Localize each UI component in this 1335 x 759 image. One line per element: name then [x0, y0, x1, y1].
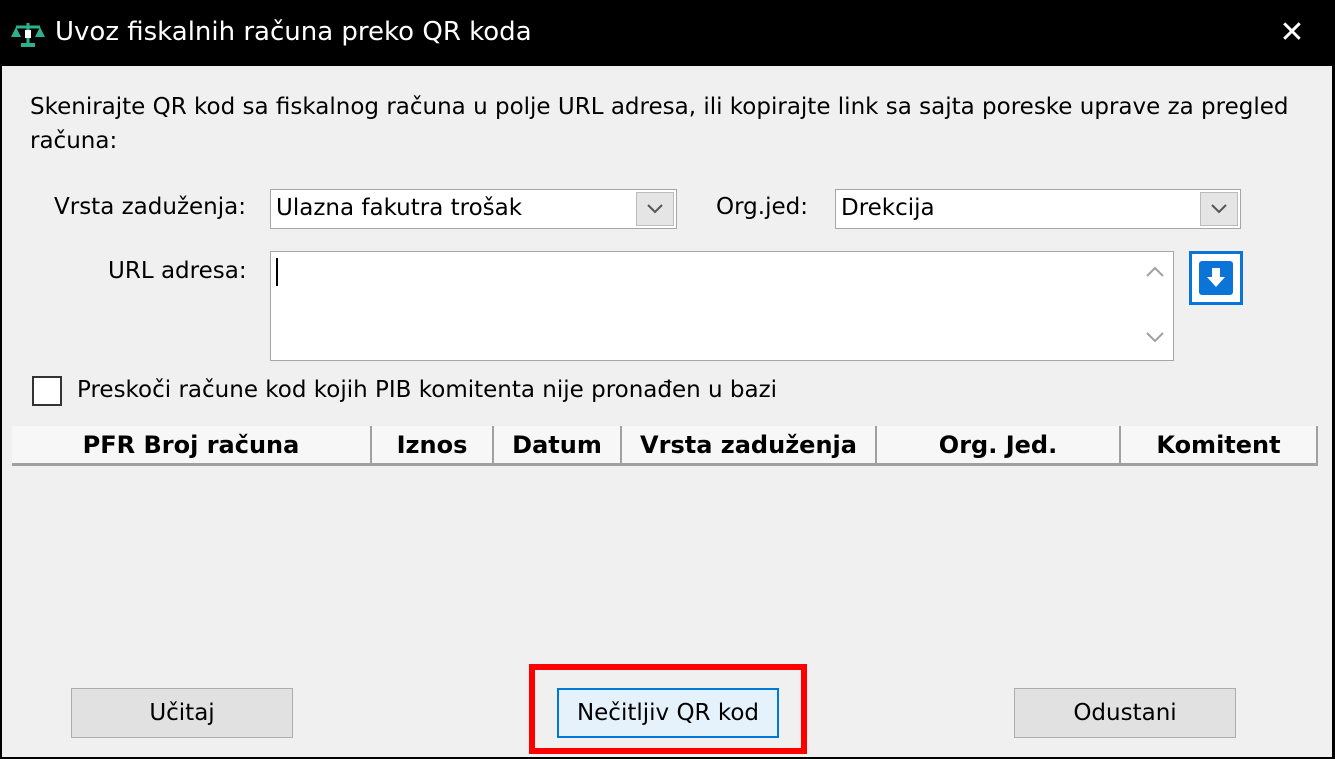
column-header-komitent[interactable]: Komitent [1121, 426, 1318, 466]
dialog-body: Skenirajte QR kod sa fiskalnog računa u … [2, 66, 1332, 757]
instructions-text: Skenirajte QR kod sa fiskalnog računa u … [30, 94, 1289, 154]
scroll-up-icon[interactable] [1146, 266, 1164, 277]
skip-pib-checkbox[interactable] [32, 376, 62, 406]
vrsta-zaduzenja-value: Ulazna fakutra trošak [276, 195, 523, 221]
column-header-org-jed[interactable]: Org. Jed. [877, 426, 1121, 466]
skip-pib-label: Preskoči račune kod kojih PIB komitenta … [77, 377, 778, 403]
url-scrollbar[interactable] [1137, 252, 1173, 360]
url-adresa-label: URL adresa: [108, 258, 247, 284]
red-highlight-box [529, 664, 807, 754]
chevron-down-icon[interactable] [636, 192, 674, 226]
column-header-iznos[interactable]: Iznos [372, 426, 494, 466]
dialog-window: Uvoz fiskalnih računa preko QR koda ✕ Sk… [0, 0, 1335, 759]
title-bar[interactable]: Uvoz fiskalnih računa preko QR koda ✕ [0, 0, 1335, 66]
scroll-down-icon[interactable] [1146, 332, 1164, 343]
vrsta-zaduzenja-combo[interactable]: Ulazna fakutra trošak [270, 189, 677, 229]
load-button[interactable]: Učitaj [71, 688, 293, 738]
column-header-vrsta-zaduzenja[interactable]: Vrsta zaduženja [622, 426, 877, 466]
download-button[interactable] [1189, 251, 1243, 305]
column-header-pfr-broj[interactable]: PFR Broj računa [12, 426, 372, 466]
cancel-button[interactable]: Odustani [1014, 688, 1236, 738]
column-header-datum[interactable]: Datum [494, 426, 622, 466]
text-caret [276, 258, 278, 286]
org-jed-value: Drekcija [841, 195, 935, 221]
close-button[interactable]: ✕ [1262, 6, 1322, 60]
scales-icon [8, 20, 48, 48]
url-adresa-input[interactable] [270, 251, 1174, 361]
org-jed-label: Org.jed: [716, 194, 808, 220]
chevron-down-icon[interactable] [1200, 192, 1238, 226]
vrsta-zaduzenja-label: Vrsta zaduženja: [54, 194, 246, 220]
download-icon [1199, 261, 1233, 295]
org-jed-combo[interactable]: Drekcija [835, 189, 1241, 229]
results-grid-header: PFR Broj računa Iznos Datum Vrsta zaduže… [12, 426, 1318, 468]
window-title: Uvoz fiskalnih računa preko QR koda [55, 17, 532, 47]
